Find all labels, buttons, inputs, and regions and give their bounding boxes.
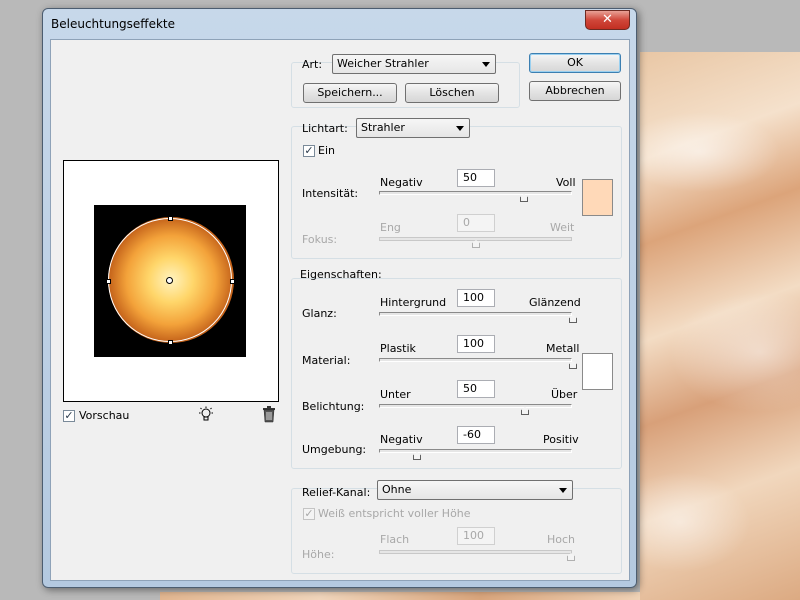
ok-button[interactable]: OK: [529, 53, 621, 73]
save-button[interactable]: Speichern...: [303, 83, 397, 103]
trash-icon[interactable]: [262, 406, 276, 423]
gloss-min-label: Hintergrund: [380, 296, 447, 309]
height-min-label: Flach: [380, 533, 410, 546]
material-label: Material:: [302, 354, 351, 367]
exposure-max-label: Über: [551, 388, 578, 401]
gloss-slider-track[interactable]: [379, 312, 572, 316]
material-slider-track[interactable]: [379, 358, 572, 362]
light-on-label: Ein: [318, 144, 335, 157]
material-color-swatch[interactable]: [582, 353, 613, 390]
intensity-label: Intensität:: [302, 187, 359, 200]
chevron-down-icon: [482, 62, 490, 67]
texture-channel-label: Relief-Kanal:: [302, 486, 371, 499]
light-on-checkbox[interactable]: ✓: [303, 145, 315, 157]
focus-slider-track: [379, 237, 572, 241]
light-color-swatch[interactable]: [582, 179, 613, 216]
white-is-high-label: Weiß entspricht voller Höhe: [318, 507, 471, 520]
light-handle-bottom[interactable]: [168, 340, 173, 345]
properties-label: Eigenschaften:: [300, 268, 382, 281]
ambience-min-label: Negativ: [380, 433, 423, 446]
ambience-input[interactable]: -60: [457, 426, 495, 444]
style-select[interactable]: Weicher Strahler: [332, 54, 496, 74]
ambience-slider-track[interactable]: [379, 449, 572, 453]
focus-max-label: Weit: [550, 221, 575, 234]
chevron-down-icon: [559, 488, 567, 493]
cancel-button[interactable]: Abbrechen: [529, 81, 621, 101]
intensity-slider-track[interactable]: [379, 191, 572, 195]
height-slider-track: [379, 550, 572, 554]
light-type-label: Lichtart:: [302, 122, 348, 135]
texture-channel-select-value: Ohne: [382, 483, 412, 496]
height-label: Höhe:: [302, 548, 335, 561]
height-input: 100: [457, 527, 495, 545]
texture-channel-select[interactable]: Ohne: [377, 480, 573, 500]
light-handle-top[interactable]: [168, 216, 173, 221]
ambience-label: Umgebung:: [302, 443, 367, 456]
preview-canvas[interactable]: [94, 205, 246, 357]
exposure-min-label: Unter: [380, 388, 411, 401]
background-image-strip: [160, 592, 640, 600]
gloss-label: Glanz:: [302, 307, 337, 320]
lightbulb-icon[interactable]: [197, 406, 215, 424]
focus-min-label: Eng: [380, 221, 401, 234]
material-min-label: Plastik: [380, 342, 416, 355]
lighting-effects-dialog: Beleuchtungseffekte ✕ ✓ Vorschau Art: We…: [42, 8, 637, 588]
white-is-high-checkbox: ✓: [303, 507, 315, 520]
close-button[interactable]: ✕: [585, 10, 630, 30]
gloss-max-label: Glänzend: [529, 296, 581, 309]
light-handle-left[interactable]: [106, 279, 111, 284]
material-max-label: Metall: [546, 342, 580, 355]
exposure-slider-track[interactable]: [379, 404, 572, 408]
intensity-min-label: Negativ: [380, 176, 423, 189]
style-label: Art:: [302, 58, 323, 71]
chevron-down-icon: [456, 126, 464, 131]
material-input[interactable]: 100: [457, 335, 495, 353]
gloss-input[interactable]: 100: [457, 289, 495, 307]
focus-label: Fokus:: [302, 233, 338, 246]
light-type-select[interactable]: Strahler: [356, 118, 470, 138]
intensity-max-label: Voll: [556, 176, 576, 189]
light-handle-right[interactable]: [230, 279, 235, 284]
close-icon: ✕: [602, 12, 613, 27]
intensity-input[interactable]: 50: [457, 169, 495, 187]
focus-input: 0: [457, 214, 495, 232]
delete-button[interactable]: Löschen: [405, 83, 499, 103]
preview-checkbox[interactable]: ✓: [63, 410, 75, 422]
light-type-select-value: Strahler: [361, 121, 405, 134]
exposure-label: Belichtung:: [302, 400, 365, 413]
window-title: Beleuchtungseffekte: [51, 17, 175, 31]
dialog-client-area: ✓ Vorschau Art: Weicher Strahler Speiche…: [50, 39, 630, 581]
exposure-input[interactable]: 50: [457, 380, 495, 398]
preview-panel[interactable]: [63, 160, 279, 402]
style-select-value: Weicher Strahler: [337, 57, 429, 70]
light-center-handle[interactable]: [166, 277, 173, 284]
height-max-label: Hoch: [547, 533, 576, 546]
preview-label: Vorschau: [79, 409, 130, 422]
ambience-max-label: Positiv: [543, 433, 579, 446]
background-image: [640, 52, 800, 600]
